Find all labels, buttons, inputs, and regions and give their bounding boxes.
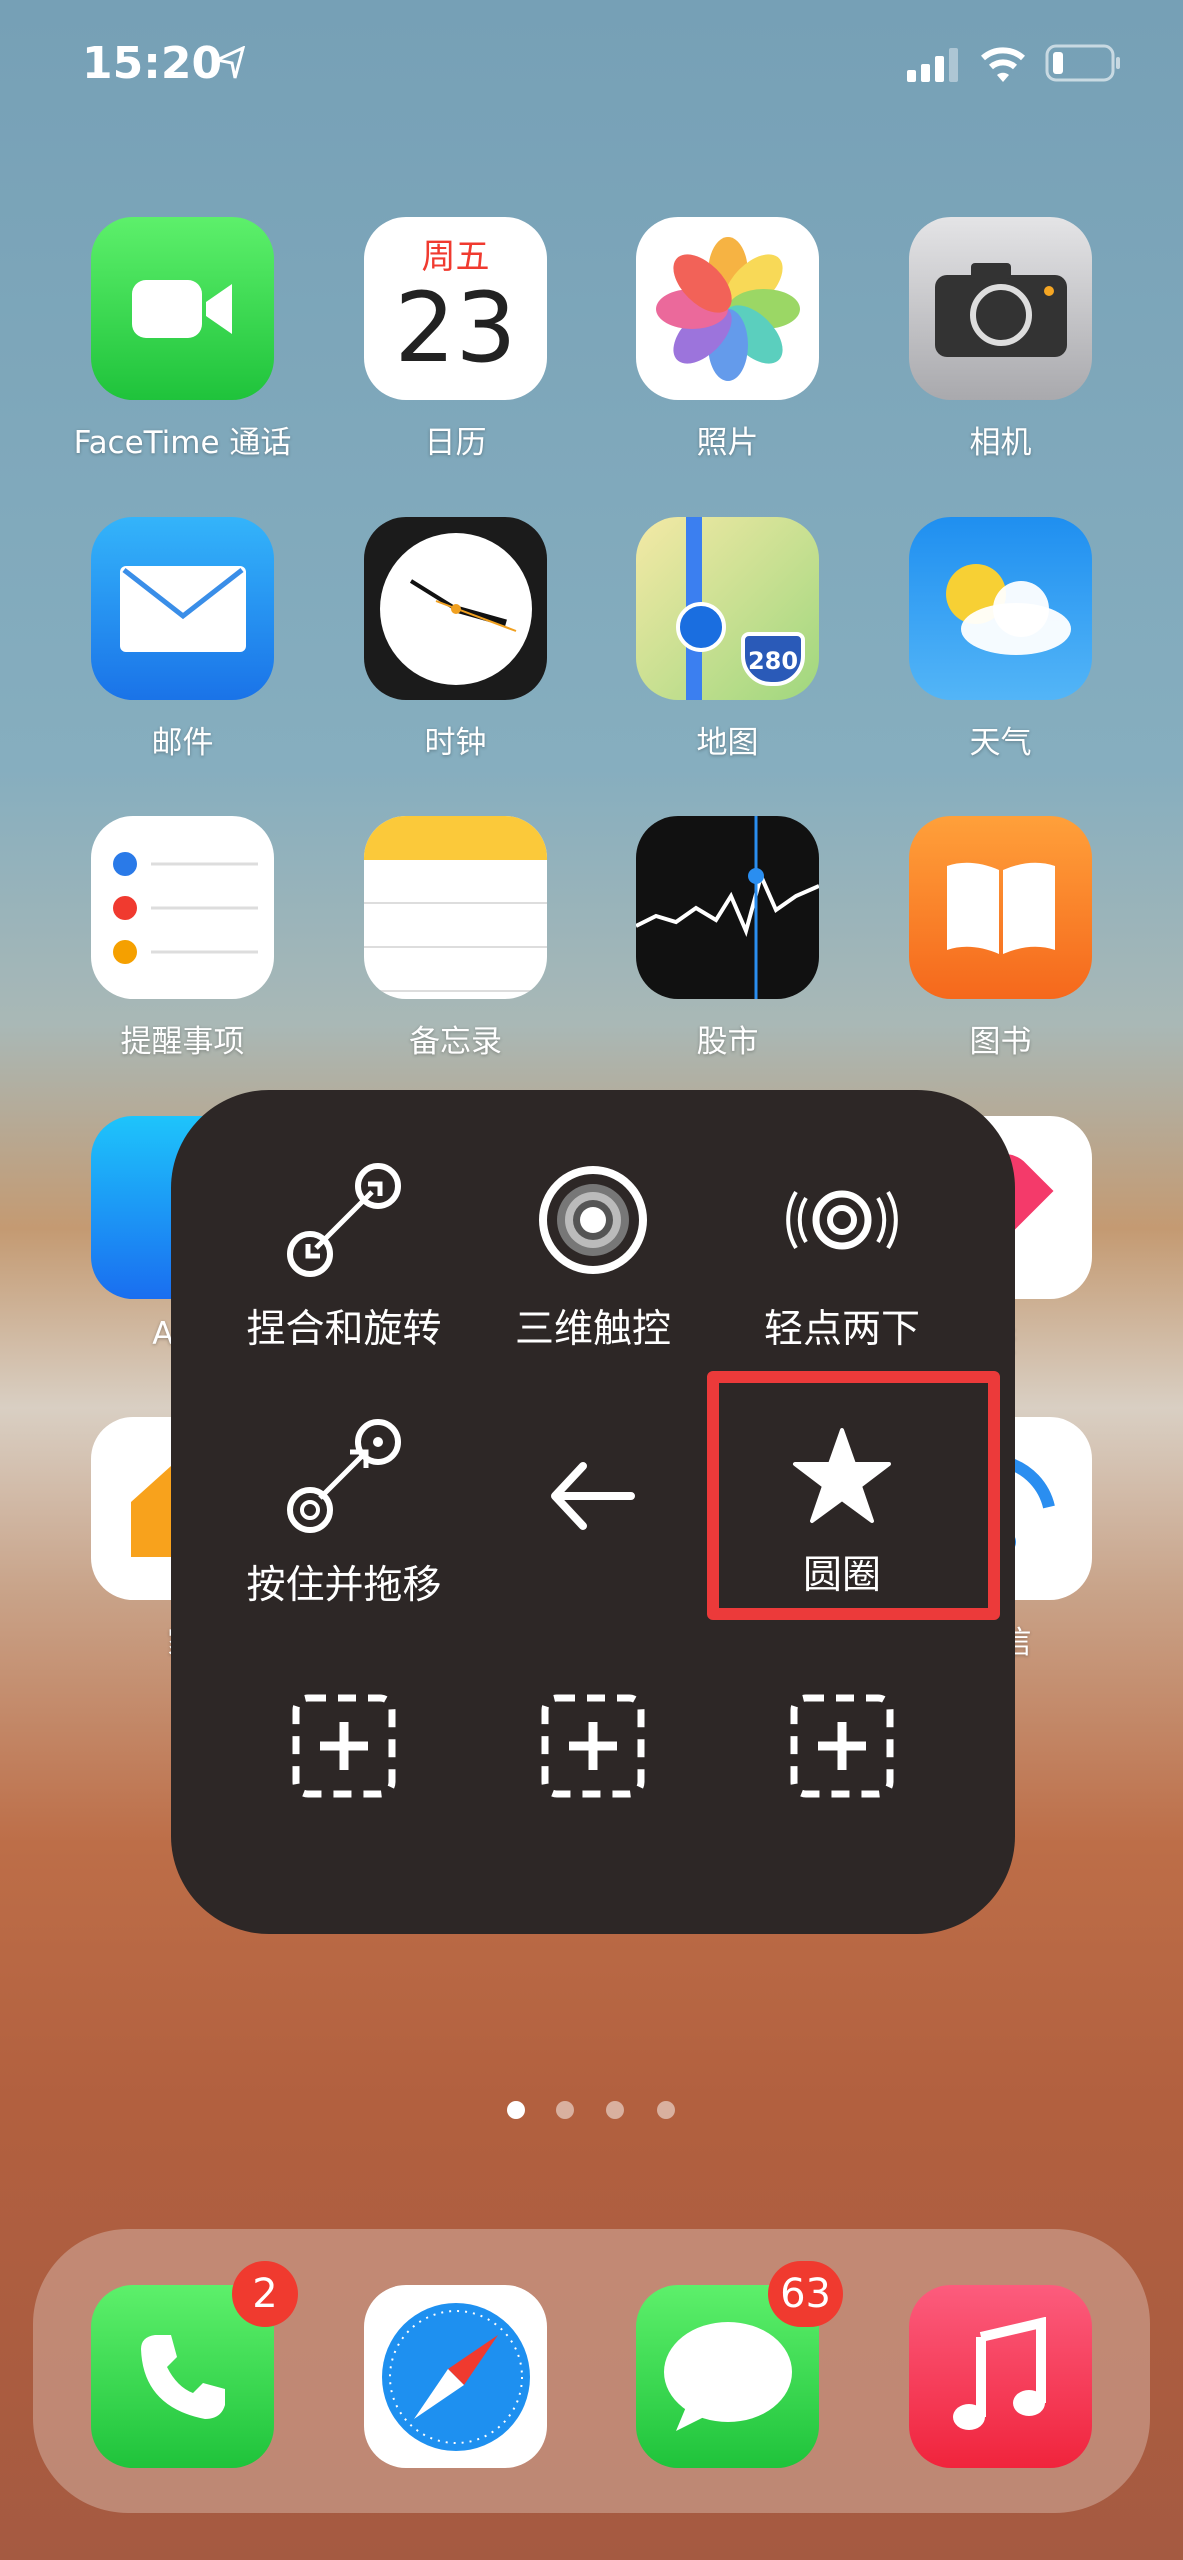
- page-dot[interactable]: [606, 2101, 624, 2119]
- hold-drag-icon: [287, 1419, 401, 1533]
- menu-item-pinch-rotate[interactable]: 捏合和旋转: [219, 1160, 469, 1354]
- app-facetime[interactable]: FaceTime 通话: [74, 217, 291, 461]
- notification-badge: 2: [232, 2261, 298, 2327]
- app-label: 天气: [969, 725, 1032, 761]
- app-label: FaceTime 通话: [73, 425, 292, 461]
- dock-messages[interactable]: 63: [636, 2261, 843, 2468]
- weather-icon: [909, 517, 1092, 700]
- add-slot-1[interactable]: [219, 1694, 469, 1798]
- dock-music[interactable]: [909, 2285, 1092, 2468]
- app-mail[interactable]: 邮件: [91, 517, 274, 761]
- menu-item-3d-touch[interactable]: 三维触控: [468, 1160, 718, 1354]
- menu-item-label: 捏合和旋转: [246, 1307, 442, 1352]
- safari-icon: [364, 2285, 547, 2468]
- camera-icon: [909, 217, 1092, 400]
- app-label: 地图: [696, 725, 759, 761]
- menu-item-label: 按住并拖移: [246, 1563, 442, 1608]
- double-tap-icon: [786, 1190, 898, 1250]
- wifi-icon: [981, 47, 1025, 82]
- app-label: 时钟: [424, 725, 487, 761]
- calendar-weekday: 周五: [421, 237, 490, 277]
- app-label: 照片: [696, 425, 759, 461]
- app-clock[interactable]: 时钟: [364, 517, 547, 761]
- app-weather[interactable]: 天气: [909, 517, 1092, 761]
- app-label: 提醒事项: [120, 1024, 245, 1060]
- add-icon: [790, 1694, 894, 1798]
- facetime-icon: [91, 217, 274, 400]
- highway-shield: 280: [741, 632, 805, 686]
- app-label: 备忘录: [409, 1024, 502, 1060]
- app-label: 邮件: [151, 725, 214, 761]
- app-maps[interactable]: 280 地图: [636, 517, 819, 761]
- photos-icon: [636, 217, 819, 400]
- app-label: 股市: [696, 1024, 759, 1060]
- dock-safari[interactable]: [364, 2285, 547, 2468]
- app-notes[interactable]: 备忘录: [364, 816, 547, 1060]
- status-bar: 15:20: [0, 0, 1183, 120]
- app-calendar[interactable]: 周五 23 日历: [364, 217, 547, 461]
- music-icon: [909, 2285, 1092, 2468]
- app-label: 日历: [424, 425, 487, 461]
- battery-icon: [1045, 44, 1120, 82]
- back-arrow-icon: [551, 1462, 635, 1530]
- menu-item-label: 轻点两下: [763, 1307, 920, 1352]
- calendar-day: 23: [394, 272, 517, 384]
- dock-phone[interactable]: 2: [91, 2261, 298, 2468]
- add-slot-3[interactable]: [717, 1694, 967, 1798]
- app-stocks[interactable]: 股市: [636, 816, 819, 1060]
- app-reminders[interactable]: 提醒事项: [91, 816, 274, 1060]
- notification-badge: 63: [768, 2261, 843, 2327]
- status-time: 15:20: [82, 38, 223, 89]
- app-photos[interactable]: 照片: [636, 217, 819, 461]
- calendar-icon: 周五 23: [364, 217, 547, 400]
- page-dot-current[interactable]: [507, 2101, 525, 2119]
- phone-icon: 2: [91, 2261, 298, 2468]
- app-label: 相机: [969, 425, 1032, 461]
- menu-item-hold-drag[interactable]: 按住并拖移: [219, 1416, 469, 1610]
- clock-icon: [364, 517, 547, 700]
- back-button[interactable]: [468, 1456, 718, 1536]
- app-camera[interactable]: 相机: [909, 217, 1092, 461]
- maps-icon: 280: [636, 517, 819, 700]
- stocks-icon: [636, 816, 819, 999]
- app-label: 图书: [969, 1024, 1032, 1060]
- add-icon: [292, 1694, 396, 1798]
- signal-icon: [907, 48, 958, 82]
- menu-item-double-tap[interactable]: 轻点两下: [717, 1160, 967, 1354]
- reminders-icon: [91, 816, 274, 999]
- mail-icon: [91, 517, 274, 700]
- location-arrow-icon: [215, 46, 245, 79]
- messages-icon: 63: [636, 2261, 843, 2468]
- add-slot-2[interactable]: [468, 1694, 718, 1798]
- page-dot[interactable]: [556, 2101, 574, 2119]
- 3d-touch-icon: [539, 1166, 647, 1274]
- books-icon: [909, 816, 1092, 999]
- app-books[interactable]: 图书: [909, 816, 1092, 1060]
- menu-item-label: 三维触控: [514, 1307, 671, 1352]
- pinch-rotate-icon: [287, 1163, 401, 1277]
- notes-icon: [364, 816, 547, 999]
- add-icon: [541, 1694, 645, 1798]
- highlight-box: [707, 1371, 1000, 1620]
- page-dot[interactable]: [657, 2101, 675, 2119]
